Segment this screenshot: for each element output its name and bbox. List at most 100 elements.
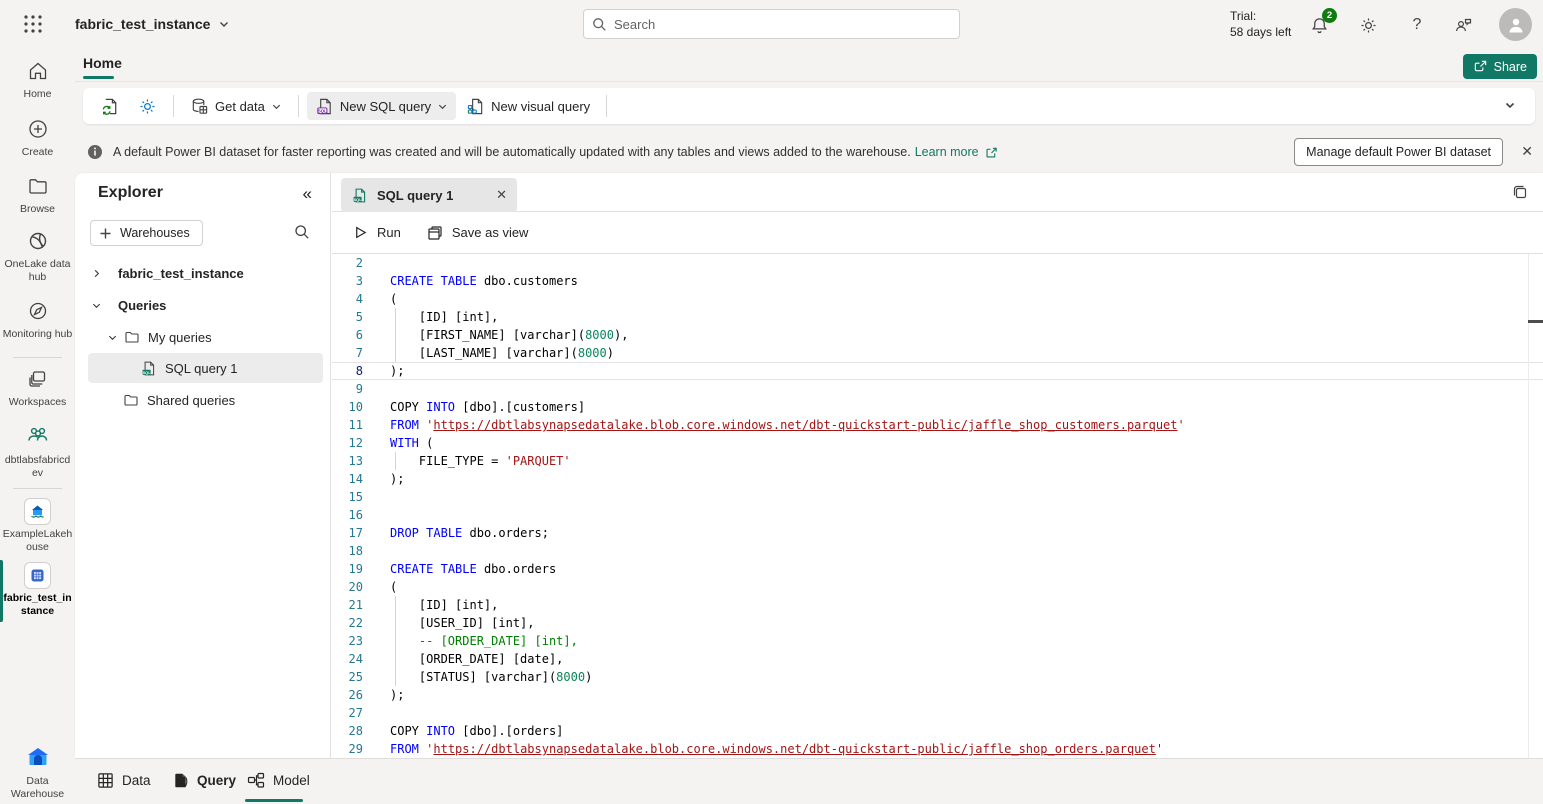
- collapse-ribbon-chevron[interactable]: [1503, 98, 1517, 112]
- tree-item-warehouse[interactable]: fabric_test_instance: [88, 258, 323, 288]
- chevron-down-icon: [437, 101, 448, 112]
- chevron-down-icon: [104, 332, 120, 343]
- workspace-switcher[interactable]: fabric_test_instance: [75, 0, 230, 48]
- tree-item-my-queries[interactable]: My queries: [88, 322, 323, 352]
- view-tab-model[interactable]: Model: [247, 759, 310, 802]
- code-line[interactable]: 19CREATE TABLE dbo.orders: [332, 560, 1543, 578]
- code-line[interactable]: 2: [332, 254, 1543, 272]
- code-text: [USER_ID] [int],: [390, 614, 535, 632]
- explorer-title: Explorer: [98, 184, 163, 202]
- code-line[interactable]: 20(: [332, 578, 1543, 596]
- code-line[interactable]: 24 [ORDER_DATE] [date],: [332, 650, 1543, 668]
- code-line[interactable]: 3CREATE TABLE dbo.customers: [332, 272, 1543, 290]
- nav-item-workspaces[interactable]: Workspaces: [0, 368, 75, 409]
- learn-more-link[interactable]: Learn more: [915, 145, 979, 159]
- tree-item-shared-queries[interactable]: Shared queries: [88, 385, 323, 415]
- settings-ribbon-button[interactable]: [130, 92, 165, 120]
- code-line[interactable]: 16: [332, 506, 1543, 524]
- line-number: 18: [332, 542, 363, 560]
- view-tab-data[interactable]: Data: [97, 759, 151, 802]
- lakehouse-icon: [24, 498, 51, 525]
- external-link-icon: [985, 146, 998, 159]
- help-button[interactable]: ?: [1406, 14, 1428, 36]
- code-line[interactable]: 10COPY INTO [dbo].[customers]: [332, 398, 1543, 416]
- save-as-view-icon: [427, 225, 443, 241]
- search-input[interactable]: [614, 17, 951, 32]
- nav-item-home[interactable]: Home: [0, 60, 75, 101]
- code-line[interactable]: 15: [332, 488, 1543, 506]
- nav-item-monitoring-hub[interactable]: Monitoring hub: [0, 300, 75, 341]
- code-text: COPY INTO [dbo].[orders]: [390, 722, 563, 740]
- tree-item-queries[interactable]: Queries: [88, 290, 323, 320]
- close-tab-icon[interactable]: ✕: [496, 187, 507, 203]
- nav-item-onelake-data-hub[interactable]: OneLake data hub: [0, 230, 75, 284]
- nav-item-dbtlabsfabricdev[interactable]: dbtlabsfabricdev: [0, 424, 75, 480]
- code-line[interactable]: 14);: [332, 470, 1543, 488]
- explorer-panel: Explorer « Warehouses fabric_test_instan…: [75, 173, 331, 758]
- workspaces-icon: [27, 368, 49, 390]
- line-number: 17: [332, 524, 363, 542]
- code-line[interactable]: 4(: [332, 290, 1543, 308]
- nav-item-browse[interactable]: Browse: [0, 175, 75, 216]
- query-tab-sql-query-1[interactable]: SQL SQL query 1 ✕: [341, 178, 517, 212]
- code-line[interactable]: 9: [332, 380, 1543, 398]
- line-number: 20: [332, 578, 363, 596]
- code-text: [LAST_NAME] [varchar](8000): [390, 344, 614, 362]
- code-line[interactable]: 18: [332, 542, 1543, 560]
- code-line[interactable]: 13 FILE_TYPE = 'PARQUET': [332, 452, 1543, 470]
- manage-dataset-button[interactable]: Manage default Power BI dataset: [1294, 138, 1503, 166]
- line-number: 15: [332, 488, 363, 506]
- collapse-explorer-icon[interactable]: «: [303, 184, 312, 204]
- code-line[interactable]: 7 [LAST_NAME] [varchar](8000): [332, 344, 1543, 362]
- nav-item-data-warehouse[interactable]: Data Warehouse: [0, 745, 75, 801]
- settings-button[interactable]: [1357, 14, 1379, 36]
- code-line[interactable]: 22 [USER_ID] [int],: [332, 614, 1543, 632]
- code-text: FROM 'https://dbtlabsynapsedatalake.blob…: [390, 416, 1185, 434]
- code-line[interactable]: 26);: [332, 686, 1543, 704]
- copy-icon[interactable]: [1511, 183, 1529, 201]
- nav-item-create[interactable]: Create: [0, 118, 75, 159]
- code-line[interactable]: 17DROP TABLE dbo.orders;: [332, 524, 1543, 542]
- nav-item-fabric-test-instance[interactable]: fabric_test_instance: [0, 562, 75, 618]
- tree-item-sql-query-1[interactable]: SQL SQL query 1: [88, 353, 323, 383]
- save-as-view-button[interactable]: Save as view: [427, 225, 529, 241]
- chevron-right-icon: [88, 268, 104, 279]
- explorer-search-icon[interactable]: [294, 224, 310, 240]
- banner-close-icon[interactable]: ✕: [1521, 143, 1533, 160]
- nav-item-examplelakehouse[interactable]: ExampleLakehouse: [0, 498, 75, 554]
- get-data-button[interactable]: Get data: [182, 92, 290, 120]
- new-sql-query-button[interactable]: SQL New SQL query: [307, 92, 456, 120]
- warehouses-button[interactable]: Warehouses: [90, 220, 203, 246]
- code-line[interactable]: 27: [332, 704, 1543, 722]
- refresh-dataset-button[interactable]: [93, 92, 128, 120]
- new-sql-query-label: New SQL query: [340, 99, 431, 114]
- avatar[interactable]: [1499, 8, 1532, 41]
- line-number: 3: [332, 272, 363, 290]
- code-line[interactable]: 29FROM 'https://dbtlabsynapsedatalake.bl…: [332, 740, 1543, 758]
- code-line[interactable]: 12WITH (: [332, 434, 1543, 452]
- sql-code-editor[interactable]: 23CREATE TABLE dbo.customers4(5 [ID] [in…: [332, 254, 1543, 758]
- page-tab-row: Home Share: [75, 48, 1543, 82]
- run-button[interactable]: Run: [353, 225, 401, 240]
- code-line[interactable]: 8);: [332, 362, 1543, 380]
- fabric-app: fabric_test_instance Trial: 58 days left…: [0, 0, 1543, 804]
- share-button[interactable]: Share: [1463, 54, 1537, 79]
- code-line[interactable]: 28COPY INTO [dbo].[orders]: [332, 722, 1543, 740]
- code-line[interactable]: 5 [ID] [int],: [332, 308, 1543, 326]
- new-visual-query-button[interactable]: New visual query: [458, 92, 598, 120]
- query-tab-title: SQL query 1: [377, 188, 453, 203]
- feedback-icon[interactable]: [1452, 14, 1474, 36]
- code-line[interactable]: 6 [FIRST_NAME] [varchar](8000),: [332, 326, 1543, 344]
- view-tab-query[interactable]: Query: [172, 759, 236, 802]
- dataset-info-banner: A default Power BI dataset for faster re…: [75, 131, 1543, 173]
- tab-home[interactable]: Home: [83, 51, 122, 75]
- code-line[interactable]: 21 [ID] [int],: [332, 596, 1543, 614]
- code-line[interactable]: 23 -- [ORDER_DATE] [int],: [332, 632, 1543, 650]
- app-launcher-icon[interactable]: [22, 13, 44, 35]
- code-text: );: [390, 686, 404, 704]
- code-line[interactable]: 11FROM 'https://dbtlabsynapsedatalake.bl…: [332, 416, 1543, 434]
- code-line[interactable]: 25 [STATUS] [varchar](8000): [332, 668, 1543, 686]
- info-icon: [87, 144, 103, 160]
- home-icon: [27, 60, 49, 82]
- line-number: 13: [332, 452, 363, 470]
